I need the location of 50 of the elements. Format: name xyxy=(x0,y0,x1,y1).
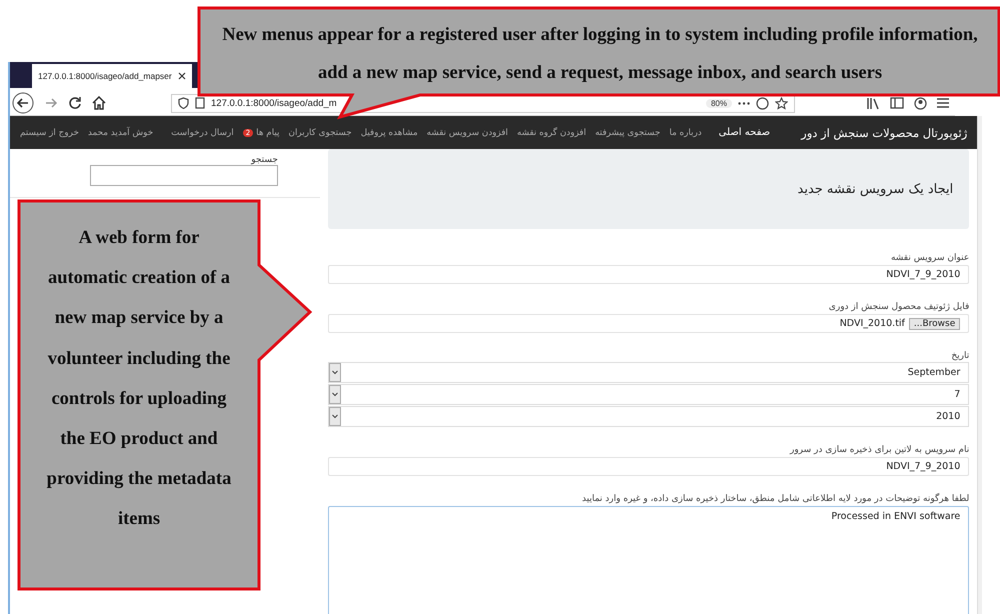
nav-link[interactable]: افزودن گروه نقشه xyxy=(517,128,586,138)
site-brand[interactable]: ژئوپورتال محصولات سنجش از دور xyxy=(801,126,968,140)
search-label: جستجو xyxy=(250,155,278,165)
nav-link[interactable]: افزودن سرویس نقشه xyxy=(426,128,508,138)
caret-icon xyxy=(329,385,341,404)
nav-link[interactable]: جستجوی پیشرفته xyxy=(595,128,660,138)
library-icon[interactable] xyxy=(866,96,880,110)
more-icon[interactable] xyxy=(738,102,750,104)
user-link[interactable]: خروج از سیستم xyxy=(20,128,79,138)
nav-link[interactable]: مشاهده پروفیل xyxy=(360,128,418,138)
input-field[interactable]: NDVI_7_9_2010 xyxy=(328,457,970,476)
field-label: فایل ژئوتیف محصول سنجش از دوری xyxy=(828,302,970,312)
dropdown[interactable]: September xyxy=(328,362,970,383)
scrollbar[interactable] xyxy=(977,116,982,614)
search-field[interactable] xyxy=(90,165,278,186)
callout-text: New menus appear for a registered user after logging in to system including profile information, add a new map service, send a request, message inbox, and search users xyxy=(221,24,979,85)
description-textarea[interactable]: Processed in ENVI software xyxy=(328,506,970,614)
nav-link[interactable]: صفحه اصلی xyxy=(718,127,770,138)
close-icon[interactable] xyxy=(178,72,186,80)
user-link[interactable]: خوش آمدید محمد xyxy=(88,128,154,138)
caret-icon xyxy=(329,363,341,382)
field-label: تاریخ xyxy=(950,351,970,361)
nav-link[interactable]: درباره ما xyxy=(669,128,702,138)
file-name: NDVI_2010.tif xyxy=(840,318,905,329)
caret-icon xyxy=(329,407,341,426)
field-label: نام سرویس به لاتین برای ذخیره سازی در سرور xyxy=(788,445,970,455)
nav-link[interactable]: ارسال درخواست xyxy=(171,128,234,138)
back-icon[interactable] xyxy=(12,92,34,114)
sidebar-icon[interactable] xyxy=(890,97,904,109)
browse-button[interactable]: ...Browse xyxy=(908,318,960,330)
shield-icon xyxy=(178,97,189,109)
reload-icon[interactable] xyxy=(68,96,82,110)
page-icon xyxy=(195,97,205,109)
home-icon[interactable] xyxy=(92,96,106,110)
zoom-badge[interactable]: 80% xyxy=(706,98,732,108)
browser-tab[interactable]: 127.0.0.1:8000/isageo/add_mapser xyxy=(32,64,192,88)
account-icon[interactable] xyxy=(914,96,927,110)
page-title: ایجاد یک سرویس نقشه جدید xyxy=(798,182,954,196)
pocket-icon[interactable] xyxy=(756,96,769,110)
nav-link[interactable]: جستجوی کاربران xyxy=(288,128,352,138)
star-icon[interactable] xyxy=(775,96,788,110)
callout-text: A web form for automatic creation of a new map service by a volunteer including the controls for uploading the EO product and providing the metadata items xyxy=(46,227,232,532)
input-field[interactable]: NDVI_7_9_2010 xyxy=(328,265,970,284)
dropdown[interactable]: 7 xyxy=(328,384,970,405)
file-field[interactable]: NDVI_2010.tif ...Browse xyxy=(328,314,970,333)
menu-icon[interactable] xyxy=(937,98,949,108)
field-label: عنوان سرویس نقشه xyxy=(890,253,970,263)
forward-icon[interactable] xyxy=(44,96,58,110)
field-label: لطفا هرگونه توضیحات در مورد لایه اطلاعاتی شامل منطق، ساختار ذخیره سازی داده، و غیره وارد نمایید xyxy=(581,494,970,504)
dropdown[interactable]: 2010 xyxy=(328,406,970,427)
